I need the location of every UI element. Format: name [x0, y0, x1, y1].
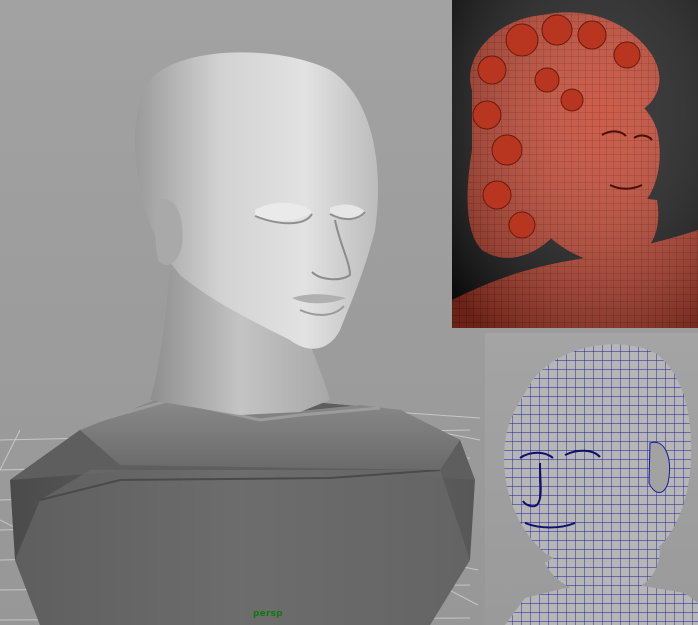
wireframe-inset — [485, 333, 698, 625]
sculpt-render-inset — [452, 0, 698, 328]
wireframe-image — [504, 344, 698, 625]
camera-label: persp — [253, 609, 283, 619]
sculpt-render-image — [452, 0, 698, 328]
